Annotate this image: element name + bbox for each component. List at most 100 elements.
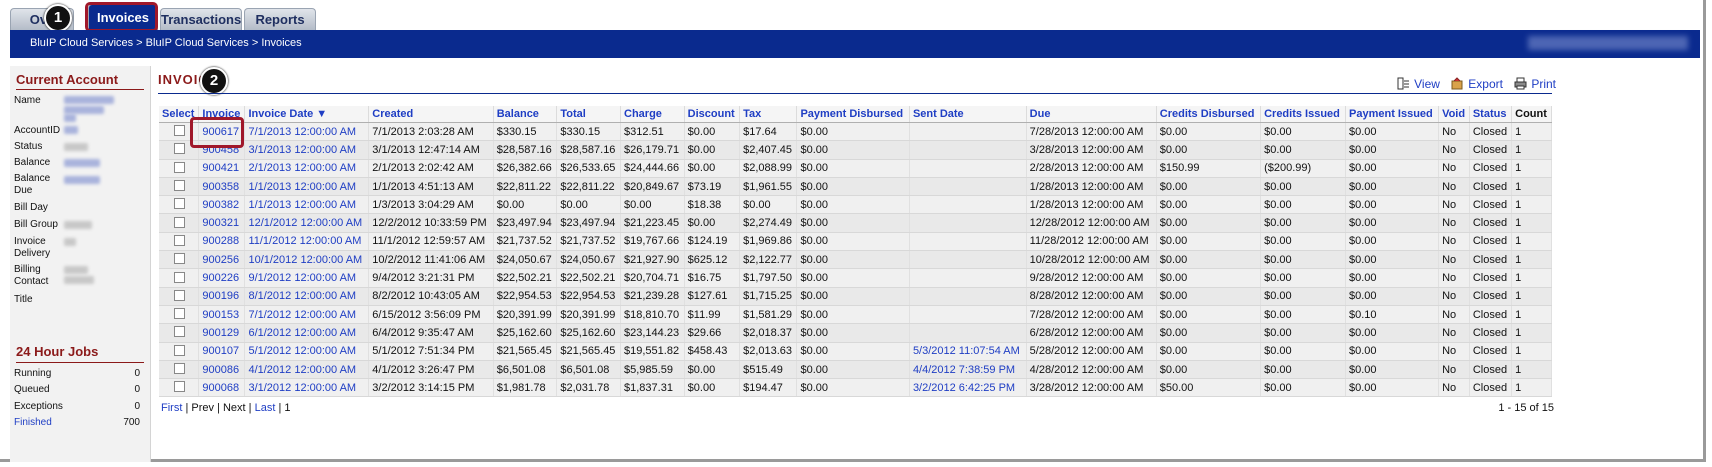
jobs-label[interactable]: Finished bbox=[14, 417, 52, 428]
invoice-number-link[interactable]: 900129 bbox=[198, 323, 246, 343]
col-payment-disbursed[interactable]: Payment Disbursed bbox=[796, 106, 910, 123]
col-tax[interactable]: Tax bbox=[739, 106, 798, 123]
view-button[interactable]: View bbox=[1414, 77, 1440, 91]
invoice-date-link[interactable]: 10/1/2012 12:00:00 AM bbox=[244, 250, 370, 270]
row-select-checkbox[interactable] bbox=[174, 363, 185, 374]
row-select-checkbox[interactable] bbox=[174, 143, 185, 155]
row-select-checkbox[interactable] bbox=[174, 161, 185, 173]
table-cell: $0.00 bbox=[1345, 287, 1440, 306]
print-icon[interactable] bbox=[1514, 77, 1527, 90]
invoice-number-link[interactable]: 900321 bbox=[198, 213, 246, 233]
pager-range: 1 - 15 of 15 bbox=[1498, 402, 1554, 414]
invoice-number-link[interactable]: 900086 bbox=[198, 360, 246, 380]
pager-last[interactable]: Last bbox=[255, 402, 276, 414]
table-cell: 1 bbox=[1511, 213, 1552, 233]
jobs-running: Running 0 bbox=[14, 368, 140, 379]
invoice-date-link[interactable]: 6/1/2012 12:00:00 AM bbox=[244, 323, 370, 343]
invoice-number-link[interactable]: 900358 bbox=[198, 177, 246, 197]
invoice-date-link[interactable]: 12/1/2012 12:00:00 AM bbox=[244, 213, 370, 233]
sent-date-link bbox=[909, 250, 1027, 270]
row-select-checkbox[interactable] bbox=[174, 234, 185, 246]
table-cell: $330.15 bbox=[493, 122, 558, 142]
table-cell: $0.00 bbox=[1345, 232, 1440, 252]
field-value-balance[interactable] bbox=[64, 159, 100, 167]
sent-date-link[interactable]: 5/3/2012 11:07:54 AM bbox=[909, 342, 1027, 361]
table-row: 900129 6/1/2012 12:00:00 AM 6/4/2012 9:35:… bbox=[159, 323, 1552, 343]
field-value-name-2[interactable] bbox=[64, 106, 104, 114]
invoice-date-link[interactable]: 5/1/2012 12:00:00 AM bbox=[244, 342, 370, 361]
invoice-number-link[interactable]: 900068 bbox=[198, 378, 246, 398]
row-select-checkbox[interactable] bbox=[174, 289, 185, 301]
tab-transactions[interactable]: Transactions bbox=[160, 8, 242, 30]
invoice-date-link[interactable]: 7/1/2013 12:00:00 AM bbox=[244, 122, 370, 142]
invoice-date-link[interactable]: 3/1/2013 12:00:00 AM bbox=[244, 140, 370, 160]
col-total[interactable]: Total bbox=[556, 106, 622, 123]
invoice-number-link[interactable]: 900107 bbox=[198, 342, 246, 361]
row-select-checkbox[interactable] bbox=[174, 125, 185, 137]
invoice-number-link[interactable]: 900382 bbox=[198, 195, 246, 215]
table-cell: $21,927.90 bbox=[620, 250, 685, 270]
row-select-cell bbox=[159, 360, 200, 380]
invoice-date-link[interactable]: 4/1/2012 12:00:00 AM bbox=[244, 360, 370, 380]
col-credits-issued[interactable]: Credits Issued bbox=[1260, 106, 1346, 123]
table-cell: $1,961.55 bbox=[739, 177, 798, 197]
tab-reports[interactable]: Reports bbox=[244, 8, 316, 30]
row-select-checkbox[interactable] bbox=[174, 326, 185, 338]
print-button[interactable]: Print bbox=[1531, 77, 1556, 91]
col-invoice-date[interactable]: Invoice Date ▼ bbox=[244, 106, 370, 123]
invoice-date-link[interactable]: 9/1/2012 12:00:00 AM bbox=[244, 268, 370, 288]
view-icon[interactable] bbox=[1397, 77, 1410, 90]
field-value-name[interactable] bbox=[64, 96, 114, 104]
table-cell: $26,382.66 bbox=[493, 159, 558, 178]
export-icon[interactable] bbox=[1451, 77, 1464, 90]
table-cell: $0.00 bbox=[1260, 378, 1346, 398]
invoice-number-link[interactable]: 900288 bbox=[198, 232, 246, 252]
invoice-date-link[interactable]: 1/1/2013 12:00:00 AM bbox=[244, 177, 370, 197]
pager-first[interactable]: First bbox=[161, 402, 182, 414]
row-select-checkbox[interactable] bbox=[174, 344, 185, 356]
table-cell: $0.00 bbox=[796, 177, 910, 197]
col-sent-date[interactable]: Sent Date bbox=[909, 106, 1027, 123]
invoice-number-link[interactable]: 900226 bbox=[198, 268, 246, 288]
sent-date-link[interactable]: 4/4/2012 7:38:59 PM bbox=[909, 360, 1027, 380]
invoice-date-link[interactable]: 2/1/2013 12:00:00 AM bbox=[244, 159, 370, 178]
invoice-date-link[interactable]: 8/1/2012 12:00:00 AM bbox=[244, 287, 370, 306]
field-value-balance-due[interactable] bbox=[64, 176, 100, 184]
invoice-number-link[interactable]: 900421 bbox=[198, 159, 246, 178]
row-select-cell bbox=[159, 232, 200, 252]
col-credits-disbursed[interactable]: Credits Disbursed bbox=[1156, 106, 1262, 123]
col-payment-issued[interactable]: Payment Issued bbox=[1345, 106, 1440, 123]
col-status[interactable]: Status bbox=[1469, 106, 1513, 123]
row-select-checkbox[interactable] bbox=[174, 308, 185, 320]
col-void[interactable]: Void bbox=[1438, 106, 1470, 123]
col-charge[interactable]: Charge bbox=[620, 106, 685, 123]
jobs-finished-link[interactable]: Finished 700 bbox=[14, 417, 140, 428]
col-due[interactable]: Due bbox=[1026, 106, 1157, 123]
row-select-checkbox[interactable] bbox=[174, 381, 185, 393]
row-select-checkbox[interactable] bbox=[174, 271, 185, 283]
invoice-date-link[interactable]: 7/1/2012 12:00:00 AM bbox=[244, 305, 370, 325]
sent-date-link bbox=[909, 195, 1027, 215]
invoice-date-link[interactable]: 11/1/2012 12:00:00 AM bbox=[244, 232, 370, 252]
sent-date-link[interactable]: 3/2/2012 6:42:25 PM bbox=[909, 378, 1027, 398]
row-select-checkbox[interactable] bbox=[174, 180, 185, 192]
invoice-date-link[interactable]: 1/1/2013 12:00:00 AM bbox=[244, 195, 370, 215]
col-balance[interactable]: Balance bbox=[493, 106, 558, 123]
col-discount[interactable]: Discount bbox=[684, 106, 741, 123]
col-created[interactable]: Created bbox=[368, 106, 494, 123]
table-cell: $0.00 bbox=[796, 213, 910, 233]
field-value-name-3[interactable] bbox=[64, 114, 76, 122]
invoice-number-link[interactable]: 900256 bbox=[198, 250, 246, 270]
export-button[interactable]: Export bbox=[1468, 77, 1503, 91]
invoice-number-link[interactable]: 900153 bbox=[198, 305, 246, 325]
row-select-checkbox[interactable] bbox=[174, 198, 185, 210]
table-cell: $23,144.23 bbox=[620, 323, 685, 343]
invoice-date-link[interactable]: 3/1/2012 12:00:00 AM bbox=[244, 378, 370, 398]
field-value-invoice-delivery bbox=[64, 238, 76, 246]
table-cell: No bbox=[1438, 213, 1470, 233]
row-select-checkbox[interactable] bbox=[174, 216, 185, 228]
row-select-checkbox[interactable] bbox=[174, 253, 185, 265]
table-cell: $0.00 bbox=[1260, 360, 1346, 380]
row-select-cell bbox=[159, 287, 200, 306]
invoice-number-link[interactable]: 900196 bbox=[198, 287, 246, 306]
